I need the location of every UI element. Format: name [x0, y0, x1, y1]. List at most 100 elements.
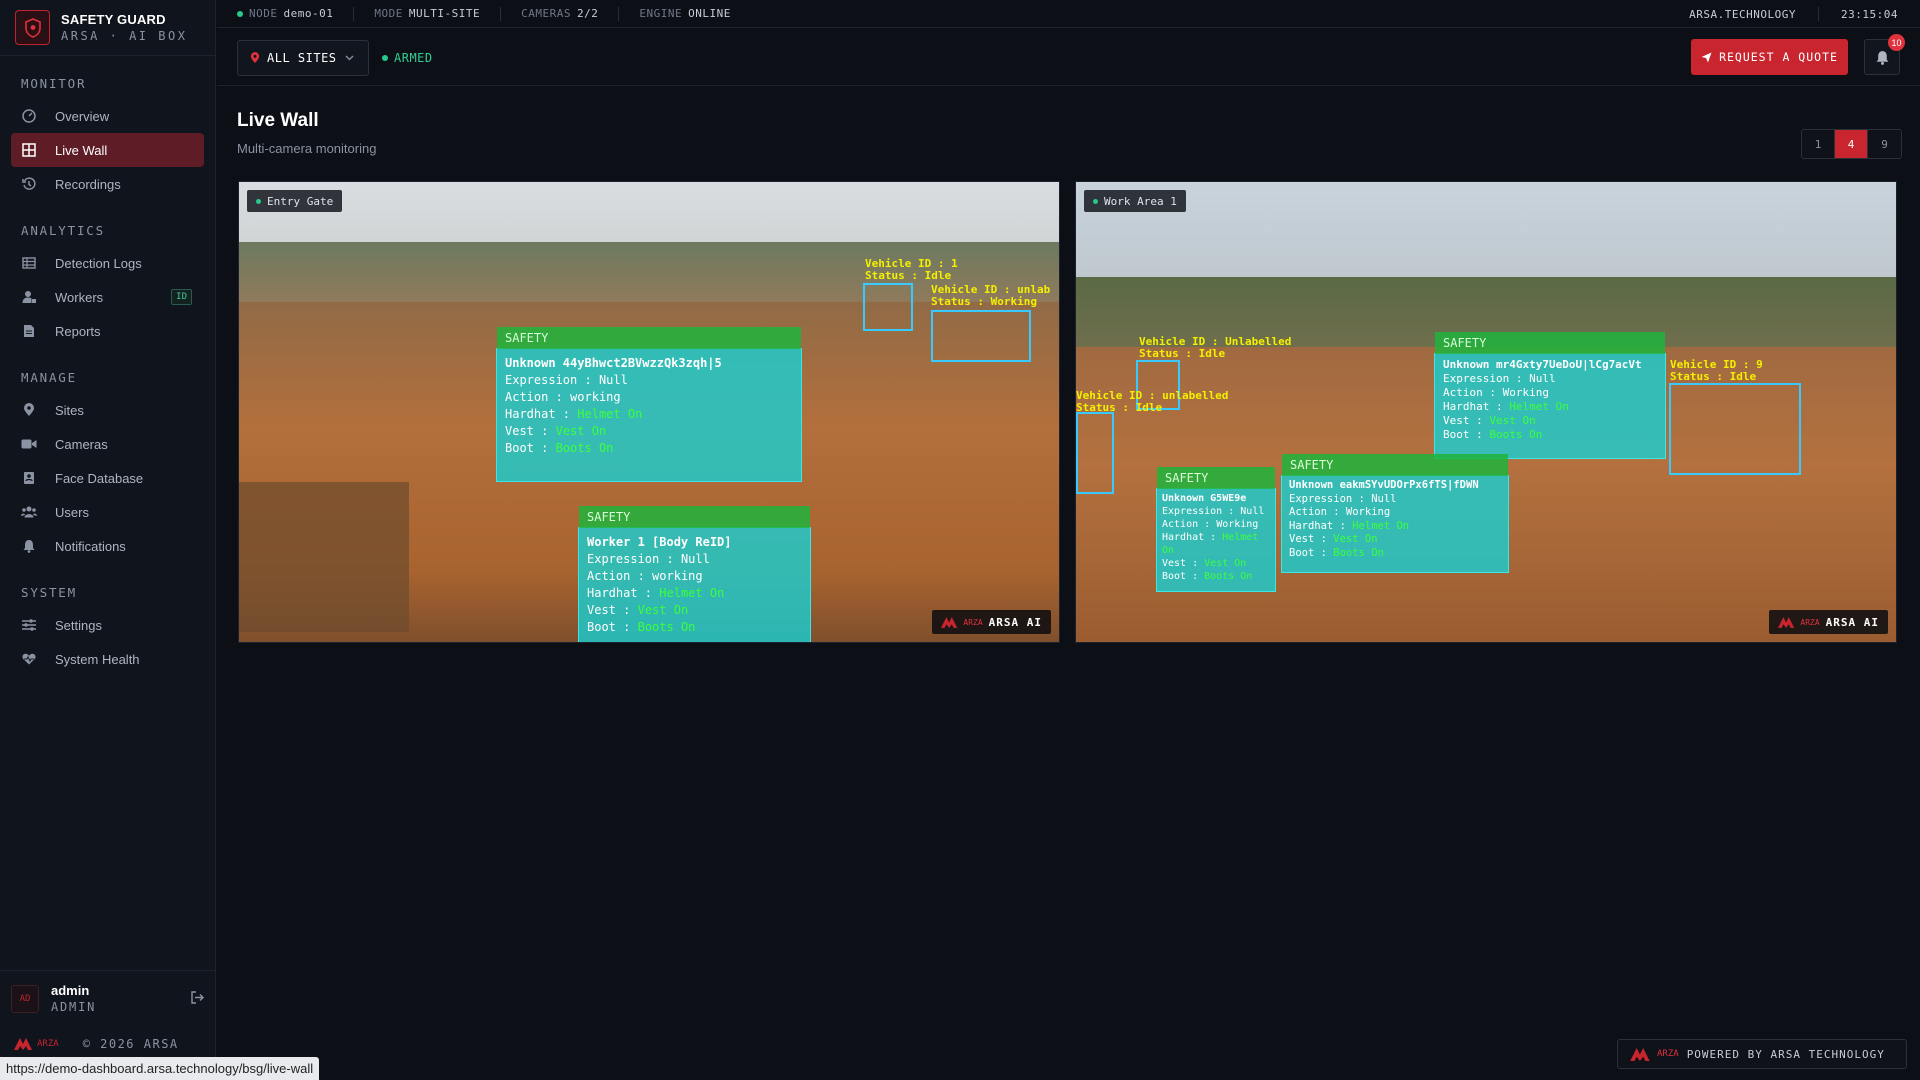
mode-value: MULTI-SITE [408, 7, 481, 20]
users-icon [21, 504, 37, 520]
detection-box: SAFETY Unknown eakmSYvUDOrPx6fTS|fDWN Ex… [1281, 454, 1509, 573]
vehicle-label: Vehicle ID : unlabelled Status : Idle [1076, 389, 1229, 414]
id-card-icon [21, 470, 37, 486]
brand[interactable]: SAFETY GUARD ARSA · AI BOX [0, 0, 215, 56]
detection-row: Expression : Null [1289, 492, 1397, 505]
detection-row: Vest : Vest On [505, 424, 607, 438]
sidebar-item-label: Cameras [55, 436, 108, 452]
detection-row: Action : Working [1443, 386, 1549, 399]
workers-id-badge: ID [171, 289, 192, 305]
sidebar: SAFETY GUARD ARSA · AI BOX MONITOR Overv… [0, 0, 216, 1080]
detection-row: Boot : Boots On [587, 620, 696, 634]
chevron-down-icon [345, 55, 354, 61]
camera-name-badge: Entry Gate [247, 190, 343, 212]
vehicle-bbox [863, 283, 913, 331]
mode-status: MODE MULTI-SITE [354, 6, 502, 21]
vehicle-label: Vehicle ID : Unlabelled Status : Idle [1139, 335, 1292, 360]
detection-box: SAFETY Unknown 44yBhwct2BVwzzQk3zqh|5 Ex… [496, 327, 802, 482]
table-icon [21, 255, 37, 271]
detection-row: Action : working [587, 569, 703, 583]
cameras-value: 2/2 [576, 7, 599, 20]
sidebar-item-system-health[interactable]: System Health [11, 642, 204, 676]
sidebar-item-live-wall[interactable]: Live Wall [11, 133, 204, 167]
notifications-button[interactable]: 10 [1864, 34, 1905, 75]
video-camera-icon [21, 436, 37, 452]
sidebar-item-users[interactable]: Users [11, 495, 204, 529]
sidebar-item-sites[interactable]: Sites [11, 393, 204, 427]
sidebar-item-label: Face Database [55, 470, 144, 486]
detection-row: Vest : Vest On [1289, 533, 1378, 545]
detection-row: Hardhat : Helmet On [1289, 519, 1410, 532]
grid-option-1[interactable]: 1 [1802, 130, 1835, 158]
sidebar-item-label: Settings [55, 617, 102, 633]
grid-option-4[interactable]: 4 [1835, 130, 1868, 158]
status-bar: NODE demo-01 MODE MULTI-SITE CAMERAS 2/2… [217, 0, 1920, 28]
section-analytics: ANALYTICS [21, 223, 105, 238]
detection-row: Hardhat : Helmet On [1162, 532, 1259, 556]
engine-label: ENGINE [639, 7, 683, 20]
sidebar-item-overview[interactable]: Overview [11, 99, 204, 133]
sidebar-item-recordings[interactable]: Recordings [11, 167, 204, 201]
sidebar-item-detection-logs[interactable]: Detection Logs [11, 246, 204, 280]
camera-watermark: ARZA ARSA AI [1769, 610, 1888, 634]
armed-label: ARMED [394, 51, 433, 65]
sidebar-item-label: Notifications [55, 538, 126, 554]
user-name: admin [51, 983, 90, 998]
node-status: NODE demo-01 [217, 6, 355, 21]
heart-pulse-icon [21, 651, 37, 667]
detection-row: Boot : Boots On [1289, 546, 1384, 559]
sidebar-item-face-database[interactable]: Face Database [11, 461, 204, 495]
vehicle-label: Vehicle ID : 1 Status : Idle [865, 257, 958, 282]
detection-header: SAFETY [1157, 467, 1275, 489]
detection-row: Hardhat : Helmet On [1443, 400, 1569, 413]
detection-row: Expression : Null [505, 373, 628, 387]
camera-tile-entry-gate[interactable]: Vehicle ID : 1 Status : Idle Vehicle ID :… [238, 181, 1060, 643]
copyright: ARZA © 2026 ARSA [14, 1037, 179, 1051]
detection-row: Expression : Null [1443, 372, 1556, 385]
vehicle-label: Vehicle ID : 9 Status : Idle [1670, 358, 1763, 383]
live-dot-icon [1093, 198, 1098, 204]
avatar: AD [11, 984, 39, 1013]
dashboard-icon [21, 108, 37, 124]
arsa-logo-icon [1778, 616, 1796, 628]
site-select[interactable]: ALL SITES [237, 40, 369, 76]
brand-title: SAFETY GUARD [61, 12, 166, 27]
detection-header: SAFETY [1435, 332, 1665, 354]
armed-dot-icon [382, 55, 388, 61]
arsa-logo-icon: ARZA [14, 1038, 59, 1050]
detection-row: Action : Working [1162, 519, 1259, 530]
sidebar-item-reports[interactable]: Reports [11, 314, 204, 348]
copyright-text: © 2026 ARSA [82, 1037, 179, 1051]
powered-by-badge[interactable]: ARZA POWERED BY ARSA TECHNOLOGY [1617, 1039, 1907, 1069]
file-icon [21, 323, 37, 339]
detection-row: Boot : Boots On [1162, 571, 1253, 582]
detection-name: Worker 1 [Body ReID] [587, 535, 732, 549]
sidebar-item-settings[interactable]: Settings [11, 608, 204, 642]
arsa-logo-icon [1630, 1047, 1652, 1061]
camera-name: Work Area 1 [1104, 194, 1177, 208]
grid-icon [21, 142, 37, 158]
detection-row: Vest : Vest On [1162, 558, 1247, 569]
sidebar-item-cameras[interactable]: Cameras [11, 427, 204, 461]
camera-feed-puddle [239, 482, 409, 632]
clock: 23:15:04 [1841, 7, 1898, 21]
detection-name: Unknown eakmSYvUDOrPx6fTS|fDWN [1289, 479, 1479, 491]
camera-tile-work-area-1[interactable]: Vehicle ID : Unlabelled Status : Idle Veh… [1075, 181, 1897, 643]
camera-name: Entry Gate [267, 194, 334, 208]
logout-icon[interactable] [190, 991, 204, 1009]
request-quote-button[interactable]: REQUEST A QUOTE [1691, 39, 1848, 75]
sidebar-item-notifications[interactable]: Notifications [11, 529, 204, 563]
sidebar-item-label: Live Wall [55, 142, 108, 158]
vehicle-label: Vehicle ID : unlab Status : Working [931, 283, 1051, 308]
watermark-text: ARSA AI [1825, 615, 1879, 629]
section-manage: MANAGE [21, 370, 77, 385]
sidebar-item-workers[interactable]: Workers ID [11, 280, 204, 314]
grid-option-9[interactable]: 9 [1868, 130, 1901, 158]
vehicle-bbox [1669, 383, 1801, 475]
map-pin-icon [250, 52, 260, 64]
request-quote-label: REQUEST A QUOTE [1719, 50, 1838, 64]
detection-name: Unknown mr4Gxty7UeDoU|lCg7acVt [1443, 358, 1642, 371]
detection-row: Expression : Null [587, 552, 710, 566]
camera-name-badge: Work Area 1 [1084, 190, 1186, 212]
bell-icon [1876, 50, 1889, 65]
